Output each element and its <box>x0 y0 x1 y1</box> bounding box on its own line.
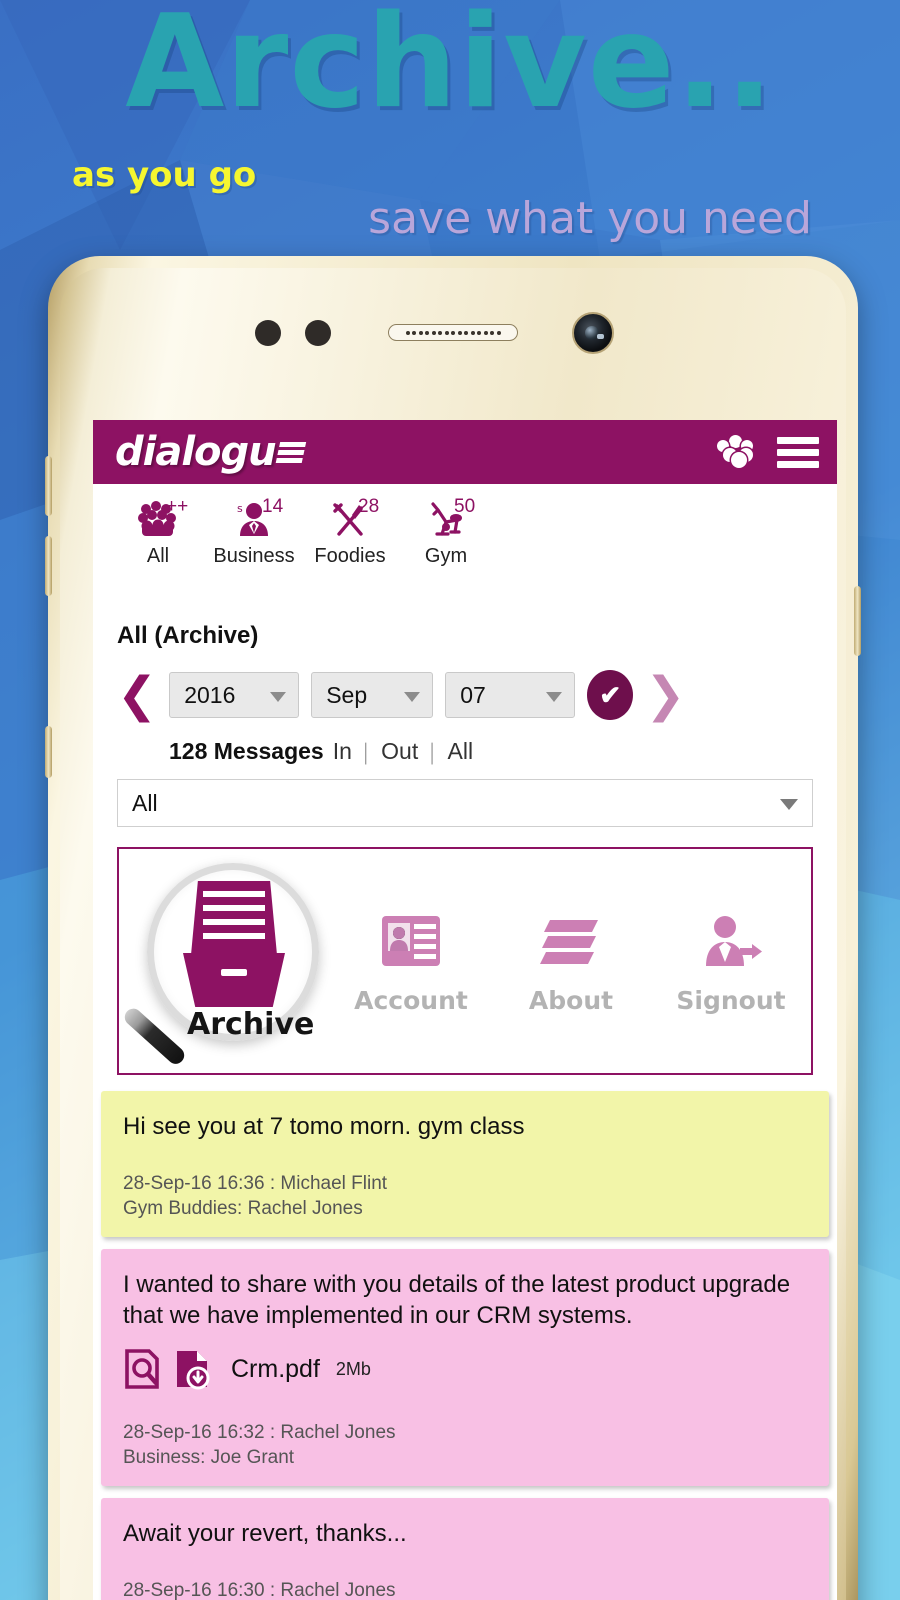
category-tabs: ++ All s 14 Business 28 Foodies 50 Gym <box>93 484 837 576</box>
filter-all[interactable]: All <box>448 738 474 765</box>
message-meta: 28-Sep-16 16:32 : Rachel Jones Business:… <box>123 1421 807 1470</box>
day-select[interactable]: 07 <box>445 672 576 718</box>
hamburger-menu-icon[interactable] <box>777 436 819 468</box>
menu-item-archive[interactable]: Archive <box>121 855 331 1068</box>
bottom-menu-bar: Archive Account About Signout <box>117 847 813 1075</box>
message-text: Await your revert, thanks... <box>123 1519 407 1547</box>
group-icon[interactable] <box>717 435 759 469</box>
phone-screen: dialogu ++ All s 14 Business 28 Foodies … <box>93 420 837 1600</box>
message-meta-line-1: 28-Sep-16 16:30 : Rachel Jones <box>123 1580 396 1600</box>
filter-separator-1: │ <box>360 743 373 763</box>
light-sensor-icon <box>305 320 331 346</box>
person-exit-icon <box>706 915 762 966</box>
year-select[interactable]: 2016 <box>169 672 300 718</box>
message-meta-line-1: 28-Sep-16 16:36 : Michael Flint <box>123 1173 388 1195</box>
message-attachment[interactable]: Crm.pdf 2Mb <box>123 1347 807 1391</box>
tab-foodies[interactable]: 28 Foodies <box>309 496 391 568</box>
message-meta: 28-Sep-16 16:30 : Rachel Jones Business:… <box>123 1579 807 1600</box>
tab-gym-label: Gym <box>424 545 468 567</box>
message-meta-line-2: Gym Buddies: Rachel Jones <box>123 1197 363 1219</box>
filter-out[interactable]: Out <box>381 738 418 765</box>
month-select[interactable]: Sep <box>311 672 434 718</box>
app-logo: dialogu <box>115 429 306 475</box>
check-icon: ✔ <box>599 679 622 710</box>
attachment-name: Crm.pdf <box>231 1354 320 1383</box>
month-select-value: Sep <box>326 681 368 708</box>
message-text: Hi see you at 7 tomo morn. gym class <box>123 1113 525 1140</box>
filter-in[interactable]: In <box>333 738 352 765</box>
archive-filter-panel: All (Archive) ❮ 2016 Sep 07 ✔ ❯ 128 Mess… <box>93 622 837 1075</box>
message-count-row: 128 Messages In │ Out │ All <box>169 738 813 765</box>
table-row[interactable]: Await your revert, thanks... 28-Sep-16 1… <box>101 1497 829 1600</box>
phone-volume-up-button <box>45 456 52 516</box>
stacked-bars-icon <box>540 919 598 964</box>
phone-extra-button <box>45 726 52 778</box>
menu-item-account-label: Account <box>354 985 468 1015</box>
table-row[interactable]: I wanted to share with you details of th… <box>101 1248 829 1486</box>
tab-business[interactable]: s 14 Business <box>213 496 295 568</box>
promo-banner: Archive.. as you go save what you need <box>0 0 900 260</box>
prev-day-button[interactable]: ❮ <box>117 671 157 719</box>
promo-title: Archive.. <box>125 0 775 137</box>
menu-item-about[interactable]: About <box>491 908 651 1015</box>
message-text: I wanted to share with you details of th… <box>123 1270 791 1329</box>
svg-text:s: s <box>237 502 243 515</box>
app-header: dialogu <box>93 420 837 484</box>
day-select-value: 07 <box>460 681 486 708</box>
phone-sensor-row <box>60 310 846 354</box>
phone-mockup: dialogu ++ All s 14 Business 28 Foodies … <box>45 256 861 1600</box>
menu-item-signout[interactable]: Signout <box>651 908 811 1015</box>
app-logo-text: dialogu <box>115 429 277 475</box>
proximity-sensor-icon <box>255 320 281 346</box>
tab-all-label: All <box>146 545 170 567</box>
tab-business-label: Business <box>213 545 295 567</box>
tab-foodies-label: Foodies <box>314 545 386 567</box>
tab-all[interactable]: ++ All <box>117 496 199 568</box>
message-count: 128 Messages <box>169 738 324 764</box>
attachment-preview-icon[interactable] <box>123 1347 163 1391</box>
tab-gym-badge: 50 <box>454 496 476 517</box>
confirm-date-button[interactable]: ✔ <box>587 670 634 720</box>
message-meta-line-2: Business: Joe Grant <box>123 1446 295 1468</box>
promo-subtitle-2: save what you need <box>368 193 812 244</box>
message-meta: 28-Sep-16 16:36 : Michael Flint Gym Budd… <box>123 1172 807 1221</box>
phone-power-button <box>854 586 861 656</box>
phone-volume-down-button <box>45 536 52 596</box>
archive-box-icon <box>183 881 285 1007</box>
menu-item-signout-label: Signout <box>676 985 786 1015</box>
menu-item-about-label: About <box>528 985 614 1015</box>
tab-all-badge: ++ <box>166 496 189 517</box>
next-day-button[interactable]: ❯ <box>645 671 685 719</box>
tab-gym[interactable]: 50 Gym <box>405 496 487 568</box>
date-selector-row: ❮ 2016 Sep 07 ✔ ❯ <box>117 670 813 720</box>
logo-e-bars-icon <box>275 441 306 463</box>
earpiece-speaker <box>388 324 518 341</box>
contact-filter-value: All <box>132 789 158 816</box>
menu-item-archive-label: Archive <box>187 1007 315 1042</box>
front-camera-icon <box>572 312 614 354</box>
tab-foodies-badge: 28 <box>358 496 380 517</box>
message-list: Hi see you at 7 tomo morn. gym class 28-… <box>93 1091 837 1600</box>
contact-filter-select[interactable]: All <box>117 779 813 827</box>
tab-business-badge: 14 <box>262 496 284 517</box>
id-card-icon <box>382 915 440 966</box>
page-title: All (Archive) <box>117 622 259 649</box>
filter-separator-2: │ <box>427 743 439 763</box>
promo-subtitle-1: as you go <box>72 155 257 195</box>
table-row[interactable]: Hi see you at 7 tomo morn. gym class 28-… <box>101 1091 829 1237</box>
message-meta-line-1: 28-Sep-16 16:32 : Rachel Jones <box>123 1422 396 1444</box>
attachment-download-icon[interactable] <box>173 1347 213 1391</box>
year-select-value: 2016 <box>184 681 236 708</box>
attachment-size: 2Mb <box>335 1358 371 1379</box>
menu-item-account[interactable]: Account <box>331 908 491 1015</box>
